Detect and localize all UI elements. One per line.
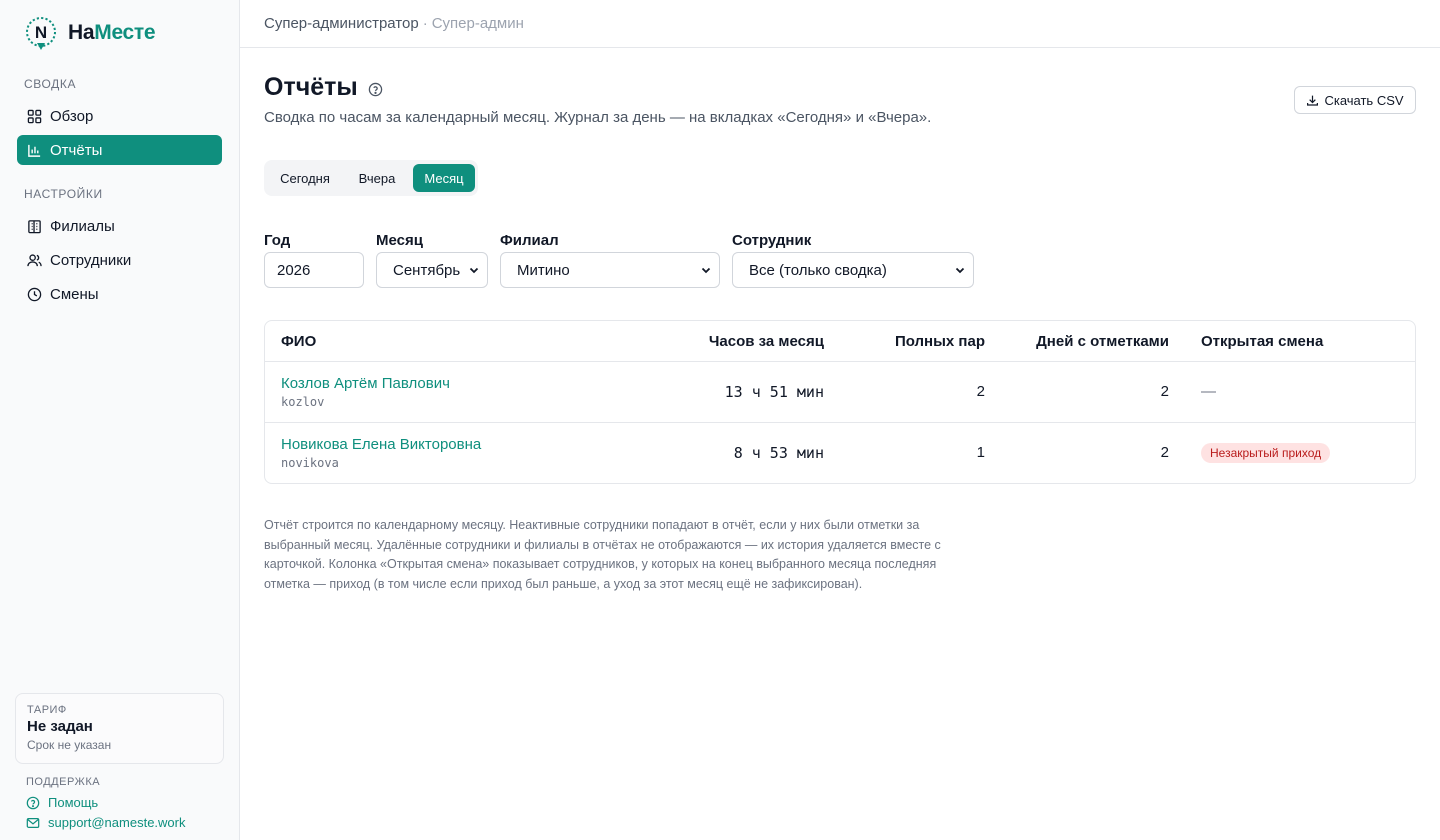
chevron-down-icon xyxy=(701,267,711,274)
help-link-label: Помощь xyxy=(48,795,99,810)
role-separator: · xyxy=(422,15,428,32)
month-label: Месяц xyxy=(376,232,423,249)
support-email-label: support@nameste.work xyxy=(48,815,186,830)
sidebar-item-label: Отчёты xyxy=(50,141,103,159)
bar-chart-icon xyxy=(28,144,41,157)
download-csv-button[interactable]: Скачать CSV xyxy=(1294,86,1416,114)
employee-name-link[interactable]: Новикова Елена Викторовна xyxy=(281,436,481,453)
mail-icon xyxy=(26,817,40,828)
support-email-link[interactable]: support@nameste.work xyxy=(26,815,185,830)
logo-letter: N xyxy=(35,23,47,42)
tariff-card: ТАРИФ Не задан Срок не указан xyxy=(15,693,224,764)
support-title: ПОДДЕРЖКА xyxy=(26,776,101,788)
sidebar-item-shifts[interactable]: Смены xyxy=(17,279,222,309)
year-input[interactable]: 2026 xyxy=(264,252,364,288)
column-header-name[interactable]: ФИО xyxy=(281,333,316,350)
sidebar-item-label: Сотрудники xyxy=(50,251,132,269)
grid-icon xyxy=(27,109,42,123)
chevron-down-icon xyxy=(469,267,479,274)
download-icon xyxy=(1307,95,1319,106)
period-tabs: Сегодня Вчера Месяц xyxy=(264,160,478,196)
month-select[interactable]: Сентябрь xyxy=(376,252,488,288)
employee-label: Сотрудник xyxy=(732,232,812,249)
page-title-text: Отчёты xyxy=(264,73,358,101)
month-value: Сентябрь xyxy=(393,261,461,279)
column-header-pairs[interactable]: Полных пар xyxy=(895,333,985,350)
sidebar-item-label: Филиалы xyxy=(50,217,115,235)
brand-name: НаМесте xyxy=(68,21,156,44)
sidebar-section-summary: СВОДКА xyxy=(24,77,77,91)
employee-value: Все (только сводка) xyxy=(749,261,887,279)
sidebar-item-label: Обзор xyxy=(50,107,94,125)
column-header-open-shift[interactable]: Открытая смена xyxy=(1201,333,1323,350)
users-icon xyxy=(27,253,42,266)
days-value: 2 xyxy=(1160,444,1169,461)
chevron-down-icon xyxy=(955,267,965,274)
branch-value: Митино xyxy=(517,261,570,279)
employee-login: kozlov xyxy=(281,395,325,409)
tab-yesterday[interactable]: Вчера xyxy=(347,164,407,192)
brand-logo[interactable]: N НаМесте xyxy=(24,16,156,50)
row-divider xyxy=(265,422,1415,423)
report-table: ФИО Часов за месяц Полных пар Дней с отм… xyxy=(264,320,1416,484)
employee-select[interactable]: Все (только сводка) xyxy=(732,252,974,288)
help-link[interactable]: Помощь xyxy=(26,795,98,810)
report-footnote: Отчёт строится по календарному месяцу. Н… xyxy=(264,518,941,591)
column-header-hours[interactable]: Часов за месяц xyxy=(709,333,824,350)
branch-label: Филиал xyxy=(500,232,559,249)
clock-icon xyxy=(27,287,42,301)
hours-value: 13 ч 51 мин xyxy=(724,383,824,401)
location-pin-icon: N xyxy=(26,17,56,50)
building-icon xyxy=(28,219,41,233)
help-circle-icon xyxy=(26,796,40,809)
sidebar-item-branches[interactable]: Филиалы xyxy=(17,211,222,241)
download-csv-label: Скачать CSV xyxy=(1324,92,1404,108)
tariff-term: Срок не указан xyxy=(27,738,112,752)
days-value: 2 xyxy=(1160,383,1169,400)
pairs-value: 2 xyxy=(976,383,985,400)
year-label: Год xyxy=(264,232,291,249)
sidebar-item-label: Смены xyxy=(50,285,99,303)
tab-today[interactable]: Сегодня xyxy=(269,164,341,192)
tariff-label: ТАРИФ xyxy=(27,704,67,716)
hours-value: 8 ч 53 мин xyxy=(733,444,824,462)
header-divider xyxy=(265,361,1415,362)
user-role-short: Супер-админ xyxy=(431,15,524,32)
sidebar-item-reports[interactable]: Отчёты xyxy=(17,135,222,165)
sidebar: N НаМесте СВОДКА Обзор Отчёты НАСТРОЙКИ … xyxy=(0,0,240,840)
topbar: Супер-администратор · Супер-админ xyxy=(240,0,1440,48)
open-shift-value: — xyxy=(1201,383,1216,400)
status-badge: Незакрытый приход xyxy=(1201,443,1331,463)
employee-login: novikova xyxy=(281,456,339,470)
year-value: 2026 xyxy=(277,261,311,279)
sidebar-item-employees[interactable]: Сотрудники xyxy=(17,245,222,275)
tab-month[interactable]: Месяц xyxy=(413,164,475,192)
page-subtitle: Сводка по часам за календарный месяц. Жу… xyxy=(264,109,932,126)
sidebar-item-overview[interactable]: Обзор xyxy=(17,101,222,131)
help-icon[interactable] xyxy=(368,82,383,97)
user-role: Супер-администратор xyxy=(264,15,419,32)
branch-select[interactable]: Митино xyxy=(500,252,720,288)
sidebar-section-settings: НАСТРОЙКИ xyxy=(24,187,103,201)
employee-name-link[interactable]: Козлов Артём Павлович xyxy=(281,375,450,392)
tariff-value: Не задан xyxy=(27,718,93,735)
page-title: Отчёты xyxy=(264,73,383,102)
pairs-value: 1 xyxy=(976,444,985,461)
column-header-days[interactable]: Дней с отметками xyxy=(1036,333,1169,350)
